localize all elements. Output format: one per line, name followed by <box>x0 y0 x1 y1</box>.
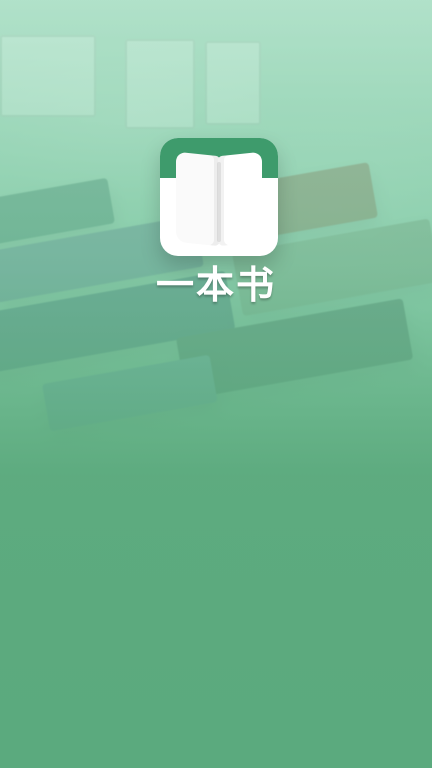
icon-page-right <box>218 151 262 247</box>
green-gradient-overlay <box>0 0 432 768</box>
icon-spine <box>217 162 221 242</box>
app-title: 一本书 <box>155 263 276 307</box>
book-icon <box>160 138 278 256</box>
splash-screen: 一本书 <box>0 0 432 768</box>
icon-page-left <box>176 151 220 247</box>
